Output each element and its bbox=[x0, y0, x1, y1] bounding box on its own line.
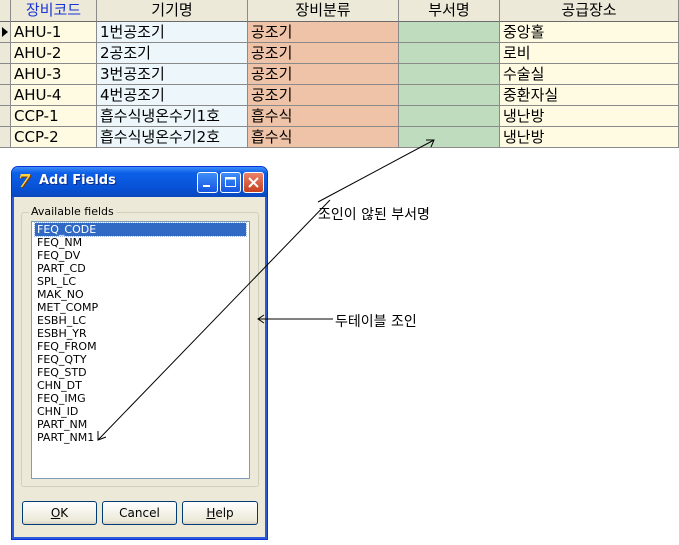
annotation-two-table-join: 두테이블 조인 bbox=[335, 314, 417, 330]
arrow-to-part-nm1 bbox=[97, 199, 331, 441]
arrow-to-dept-cell bbox=[317, 139, 435, 203]
annotation-arrows bbox=[97, 139, 435, 441]
annotation-unjoined-dept: 조인이 않된 부서명 bbox=[318, 207, 430, 223]
